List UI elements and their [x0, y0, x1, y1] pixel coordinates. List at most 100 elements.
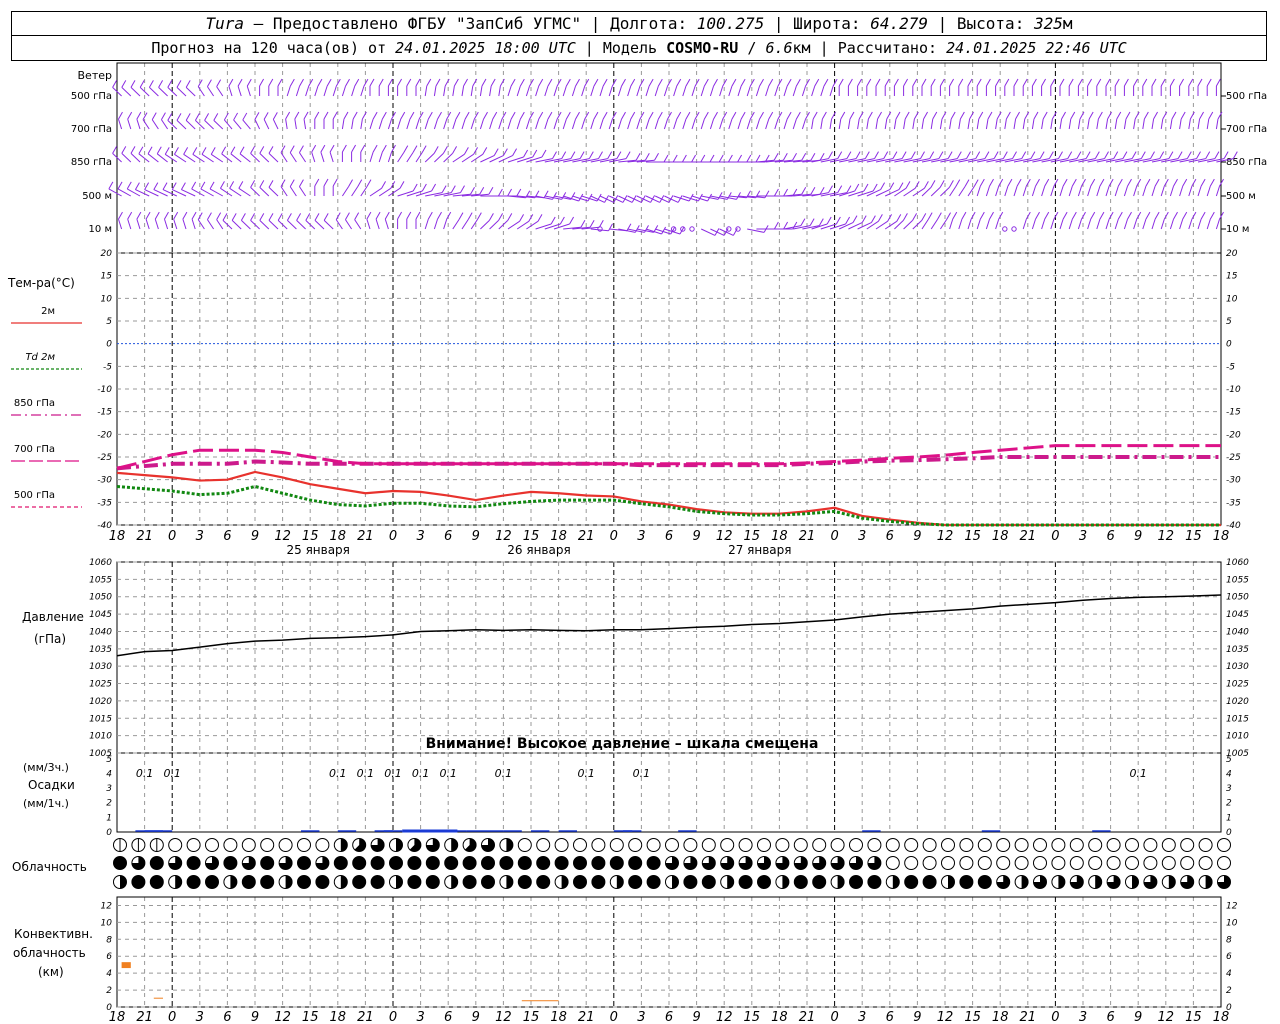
wind-barb — [241, 219, 251, 230]
cloud-symbol — [941, 838, 955, 852]
wind-barb-flag — [777, 78, 783, 87]
wind-barb-flag — [254, 112, 260, 120]
wind-barb-flag — [910, 151, 916, 159]
cloud-fill — [757, 875, 771, 889]
wind-barb-flag — [575, 111, 580, 120]
cloud-fill — [481, 875, 495, 889]
conv-tick-label-right: 12 — [1226, 901, 1238, 911]
conv-tick-label-right: 10 — [1226, 918, 1238, 928]
cloud-symbol — [352, 838, 367, 852]
wind-barb-flag — [502, 148, 508, 156]
wind-barb — [299, 152, 307, 163]
wind-barb-flag — [1076, 151, 1082, 159]
wind-barb-flag — [352, 111, 358, 120]
wind-barb — [182, 219, 187, 230]
hour-tick-label: 9 — [692, 1010, 700, 1024]
wind-barb-flag — [207, 212, 212, 220]
wind-barb — [783, 225, 802, 230]
wind-barb — [433, 219, 439, 230]
wind-barb-flag — [1081, 178, 1086, 187]
wind-barb — [246, 86, 251, 97]
conv-bar — [521, 1000, 559, 1002]
wind-barb-flag — [1173, 211, 1178, 220]
wind-barb-flag — [182, 211, 188, 220]
wind-barb-flag — [985, 78, 991, 87]
cloud-symbol — [241, 838, 256, 852]
cloud-symbol — [646, 856, 661, 870]
wind-barb-flag — [746, 154, 752, 163]
wind-barb-flag — [1117, 178, 1123, 187]
cloud-fill — [794, 875, 808, 889]
temp-tick-label: -30 — [97, 476, 112, 486]
wind-barb — [995, 118, 998, 130]
cloud-symbol — [205, 838, 219, 852]
wind-barb — [1078, 158, 1096, 163]
hour-tick-label: 18 — [330, 1010, 347, 1024]
wind-barb — [406, 190, 423, 197]
wind-barb — [378, 187, 392, 197]
cloud-circle — [1014, 856, 1029, 870]
wind-barb-flag — [786, 111, 792, 120]
pressure-tick-label-right: 1015 — [1226, 714, 1249, 724]
wind-barb — [1096, 219, 1101, 230]
cloud-symbol — [499, 875, 514, 889]
wind-barb-flag — [492, 111, 498, 120]
wind-barb-flag — [329, 144, 335, 153]
wind-barb-flag — [759, 111, 764, 120]
cloud-fill — [782, 875, 789, 889]
wind-barb-flag — [832, 78, 838, 87]
wind-barb — [145, 219, 150, 230]
wind-barb-flag — [259, 180, 265, 188]
wind-barb — [230, 153, 242, 163]
cloud-symbol — [333, 856, 348, 870]
wind-barb-flag — [233, 112, 239, 121]
wind-barb — [949, 219, 954, 230]
wind-barb — [663, 119, 669, 130]
cloud-circle — [1143, 856, 1158, 870]
wind-barb-flag — [1191, 211, 1197, 220]
wind-barb — [1022, 186, 1027, 197]
wind-barb-flag — [930, 180, 936, 188]
temp-tick-label-right: 15 — [1226, 272, 1238, 282]
wind-barb — [332, 86, 337, 97]
cloud-symbol — [1069, 875, 1084, 889]
wind-barb — [820, 192, 838, 197]
cloud-circle — [554, 838, 569, 852]
wind-barb — [1169, 219, 1175, 230]
wind-barb — [136, 119, 141, 130]
wind-barb — [1087, 219, 1092, 230]
wind-barb-flag — [852, 215, 858, 223]
wind-barb-flag — [171, 182, 177, 190]
temp-tick-label: -15 — [97, 408, 112, 418]
wind-barb — [210, 153, 224, 163]
wind-barb-flag — [893, 78, 899, 87]
wind-barb — [746, 86, 751, 97]
cloud-circle — [720, 838, 735, 852]
cloud-symbol — [241, 875, 256, 889]
wind-barb-flag — [366, 211, 372, 220]
wind-barb — [1160, 219, 1165, 230]
wind-barb-flag — [460, 185, 465, 193]
cloud-symbol — [352, 856, 367, 870]
precip-tick-label: 3 — [106, 784, 112, 794]
wind-barb-flag — [455, 111, 461, 120]
cloud-fill — [1132, 875, 1139, 889]
wind-barb-flag — [437, 111, 442, 120]
wind-barb — [228, 86, 233, 97]
hour-tick-label: 18 — [550, 1010, 567, 1024]
cloud-circle — [205, 838, 219, 852]
wind-barb-flag — [435, 78, 441, 87]
wind-barb — [452, 119, 457, 130]
wind-barb-flag — [703, 111, 709, 120]
cloud-circle — [1125, 856, 1139, 870]
cloud-symbol — [849, 838, 863, 852]
hour-tick-label: 18 — [550, 529, 567, 544]
wind-barb — [345, 219, 353, 230]
wind-barb-flag — [810, 153, 816, 161]
wind-barb — [314, 86, 319, 97]
wind-barb — [691, 86, 696, 97]
cloud-fill — [561, 875, 569, 889]
wind-barb — [287, 219, 297, 230]
wind-barb-flag — [877, 111, 883, 120]
cloud-circle — [1198, 838, 1213, 852]
